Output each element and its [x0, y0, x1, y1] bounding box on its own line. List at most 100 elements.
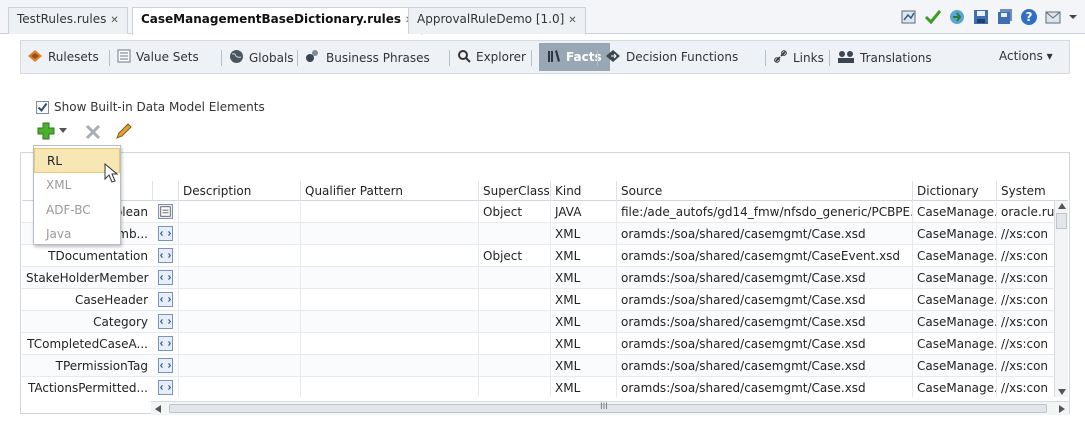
scroll-up-icon[interactable]	[1058, 203, 1066, 209]
nav-translations[interactable]: Translations	[837, 49, 932, 65]
fact-superclass	[478, 289, 550, 311]
scroll-down-icon[interactable]	[1058, 389, 1066, 395]
nav-links[interactable]: Links	[773, 49, 824, 65]
show-builtin-checkbox[interactable]	[36, 101, 49, 114]
decision-functions-icon	[606, 50, 620, 62]
col-description-header[interactable]: Description	[178, 181, 300, 201]
nav-decision-functions[interactable]: Decision Functions	[605, 49, 738, 64]
scroll-right-icon[interactable]	[1059, 405, 1065, 413]
hscroll-thumb[interactable]: III	[169, 402, 1047, 413]
nav-globals[interactable]: Globals	[229, 49, 294, 65]
fact-qualifier	[300, 245, 478, 267]
add-menu-chevron-icon[interactable]	[58, 127, 68, 135]
fact-source: file:/ade_autofs/gd14_fmw/nfsdo_generic/…	[616, 201, 912, 223]
table-row[interactable]: Category XML oramds:/soa/shared/casemgmt…	[22, 311, 1068, 333]
fact-superclass	[478, 377, 550, 397]
check-icon[interactable]	[924, 8, 942, 26]
vscroll-thumb[interactable]	[1056, 213, 1067, 229]
fact-name: StakeHolderMember	[26, 271, 149, 285]
fact-name: CaseHeader	[74, 293, 148, 307]
menu-item-adf-bc[interactable]: ADF-BC	[34, 198, 120, 223]
fact-kind: XML	[550, 267, 616, 289]
fact-system: //xs:con	[996, 355, 1054, 377]
fact-superclass	[478, 333, 550, 355]
fact-system: //xs:con	[996, 333, 1054, 355]
table-row[interactable]: CaseHeader XML oramds:/soa/shared/casemg…	[22, 289, 1068, 311]
actions-menu[interactable]: Actions ▾	[999, 49, 1053, 63]
nav-business-phrases[interactable]: Business Phrases	[305, 49, 430, 65]
scroll-left-icon[interactable]	[155, 405, 161, 413]
fact-system: //xs:con	[996, 289, 1054, 311]
menu-item-java[interactable]: Java	[34, 222, 120, 247]
java-class-icon	[158, 204, 173, 219]
hscroll-grip: III	[600, 402, 608, 412]
fact-qualifier	[300, 223, 478, 245]
close-icon[interactable]: ✕	[110, 15, 118, 26]
fact-kind: XML	[550, 223, 616, 245]
fact-kind: XML	[550, 333, 616, 355]
table-row[interactable]: mb... XML oramds:/soa/shared/casemgmt/Ca…	[22, 223, 1068, 245]
fact-kind: XML	[550, 311, 616, 333]
nav-value-sets[interactable]: Value Sets	[117, 49, 199, 64]
facts-grid: Description Qualifier Pattern SuperClass…	[22, 181, 1068, 397]
validate-icon[interactable]	[900, 8, 918, 26]
col-qualifier-header[interactable]: Qualifier Pattern	[300, 181, 478, 201]
help-icon[interactable]: ?	[1020, 8, 1038, 26]
edit-pencil-icon[interactable]	[114, 121, 134, 141]
checkmark-icon	[37, 102, 48, 113]
col-superclass-header[interactable]: SuperClass	[478, 181, 550, 201]
nav-explorer[interactable]: Explorer	[457, 49, 526, 64]
delete-icon[interactable]	[84, 123, 102, 141]
col-dictionary-header[interactable]: Dictionary	[912, 181, 996, 201]
fact-qualifier	[300, 201, 478, 223]
fact-description	[178, 267, 300, 289]
vertical-scrollbar[interactable]	[1054, 201, 1068, 397]
col-source-header[interactable]: Source	[616, 181, 912, 201]
fact-kind: XML	[550, 355, 616, 377]
add-icon[interactable]	[36, 121, 56, 141]
close-icon[interactable]: ✕	[568, 15, 576, 26]
table-row[interactable]: TActionsPermitted... XML oramds:/soa/sha…	[22, 377, 1068, 397]
deploy-icon[interactable]	[948, 8, 966, 26]
save-all-icon[interactable]	[996, 8, 1014, 26]
horizontal-scrollbar[interactable]: III	[151, 401, 1069, 415]
table-row[interactable]: TCompletedCaseA... XML oramds:/soa/share…	[22, 333, 1068, 355]
fact-system: //xs:con	[996, 267, 1054, 289]
fact-source: oramds:/soa/shared/casemgmt/Case.xsd	[616, 223, 912, 245]
nav-facts[interactable]: Facts	[539, 43, 610, 71]
fact-source: oramds:/soa/shared/casemgmt/Case.xsd	[616, 355, 912, 377]
table-header: Description Qualifier Pattern SuperClass…	[22, 181, 1068, 201]
fact-kind: XML	[550, 289, 616, 311]
col-kind-header[interactable]: Kind	[550, 181, 616, 201]
tab-casemanagement[interactable]: CaseManagementBaseDictionary.rules✕	[132, 7, 423, 35]
mail-icon[interactable]	[1044, 8, 1062, 26]
fact-source: oramds:/soa/shared/casemgmt/Case.xsd	[616, 311, 912, 333]
col-system-header[interactable]: System	[996, 181, 1068, 201]
table-row[interactable]: olean Object JAVA file:/ade_autofs/gd14_…	[22, 201, 1068, 223]
table-row[interactable]: TPermissionTag XML oramds:/soa/shared/ca…	[22, 355, 1068, 377]
tab-label: CaseManagementBaseDictionary.rules	[141, 12, 402, 26]
fact-kind: JAVA	[550, 201, 616, 223]
fact-dictionary: CaseManage...	[912, 267, 996, 289]
fact-name: Category	[93, 315, 148, 329]
xml-icon	[158, 292, 173, 307]
fact-source: oramds:/soa/shared/casemgmt/Case.xsd	[616, 377, 912, 397]
col-type-header[interactable]	[152, 181, 178, 201]
divider	[531, 50, 532, 66]
search-icon	[458, 50, 471, 63]
nav-rulesets[interactable]: Rulesets	[27, 49, 99, 64]
fact-name: TActionsPermitted...	[27, 381, 148, 395]
tab-testrules[interactable]: TestRules.rules ✕	[8, 7, 128, 34]
divider	[829, 50, 830, 66]
facts-icon	[548, 50, 560, 62]
xml-icon	[158, 226, 173, 241]
save-icon[interactable]	[972, 8, 990, 26]
fact-description	[178, 223, 300, 245]
table-row[interactable]: TDocumentation Object XML oramds:/soa/sh…	[22, 245, 1068, 267]
fact-superclass: Object	[478, 245, 550, 267]
chevron-down-icon[interactable]	[1064, 8, 1082, 26]
tab-approvalruledemo[interactable]: ApprovalRuleDemo [1.0] ✕	[408, 7, 586, 34]
fact-superclass	[478, 223, 550, 245]
fact-qualifier	[300, 377, 478, 397]
table-row[interactable]: StakeHolderMember XML oramds:/soa/shared…	[22, 267, 1068, 289]
